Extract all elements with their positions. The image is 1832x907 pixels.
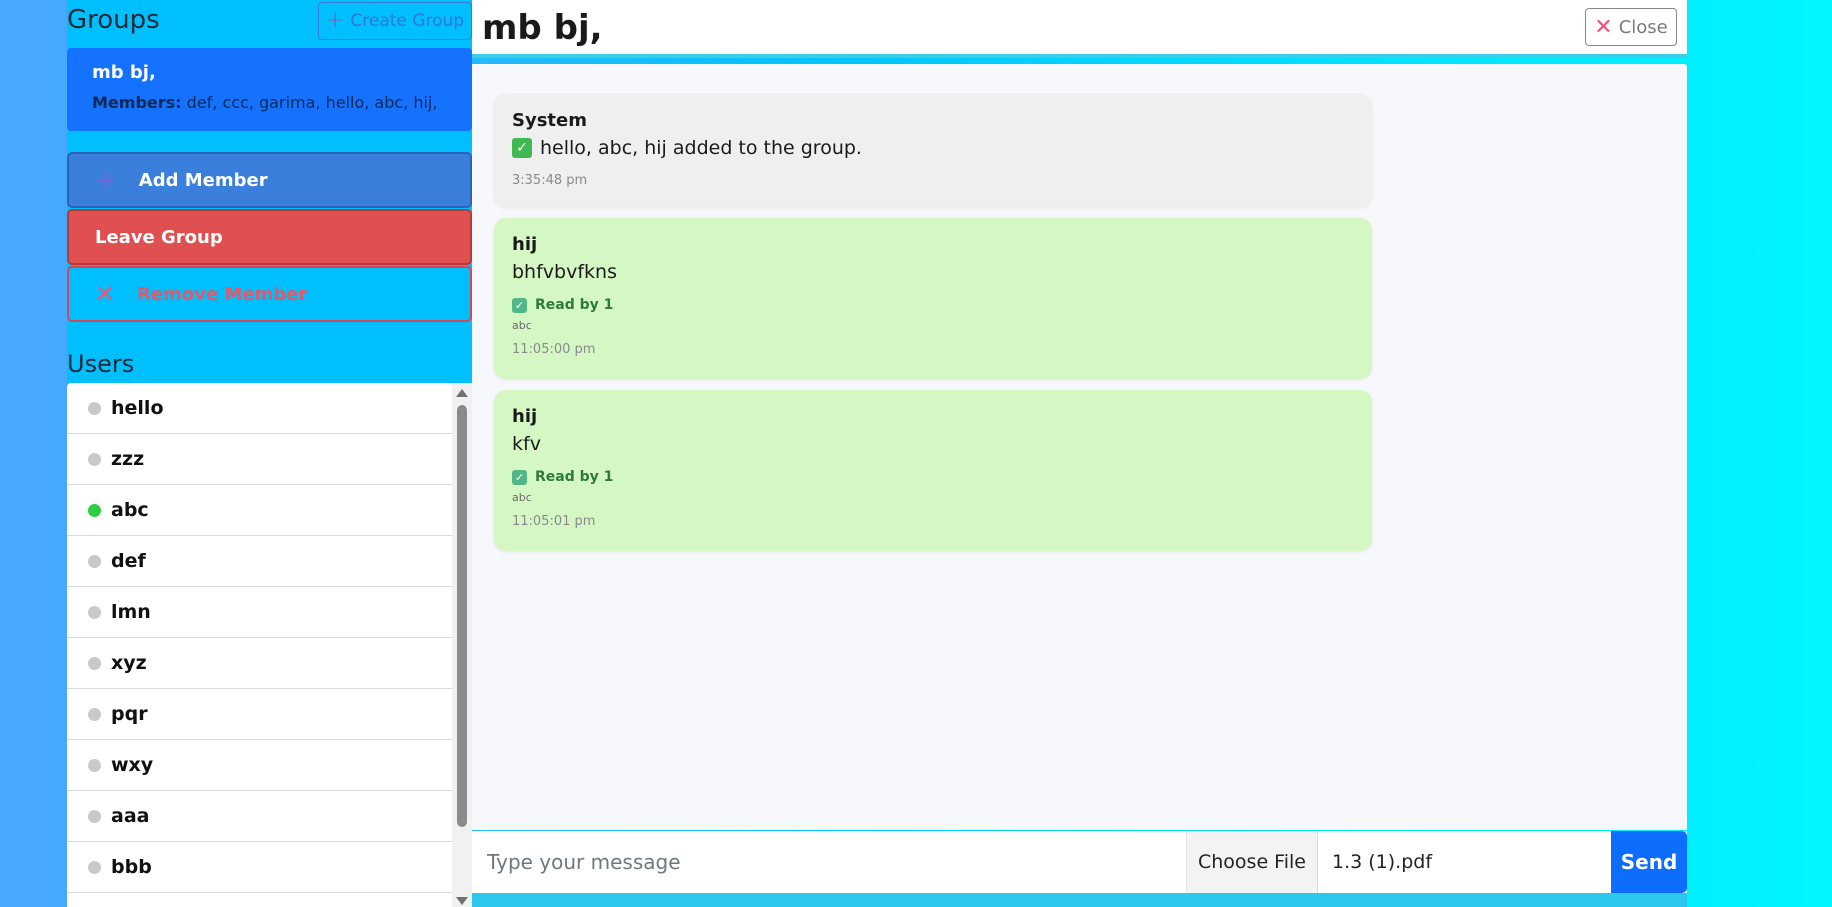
message-time: 3:35:48 pm: [512, 173, 588, 188]
chat-title: mb bj,: [482, 8, 603, 48]
message-text: kfv: [512, 433, 1354, 455]
leave-group-button[interactable]: Leave Group: [67, 209, 472, 265]
plus-icon: +: [95, 165, 117, 195]
offline-status-icon: [88, 758, 101, 772]
scrollbar-thumb[interactable]: [457, 405, 467, 827]
user-name: aaa: [111, 805, 150, 827]
message-body: hello, abc, hij added to the group.: [540, 137, 862, 159]
reader-name: abc: [512, 319, 532, 332]
message-sender: hij: [512, 406, 538, 427]
message-text: ✓ hello, abc, hij added to the group.: [512, 137, 1354, 159]
user-name: zzz: [111, 448, 145, 470]
users-panel: hello zzz abc def lmn xyz pqr wxy aaa bb…: [67, 383, 472, 907]
users-list: hello zzz abc def lmn xyz pqr wxy aaa bb…: [67, 383, 452, 907]
user-name: lmn: [111, 601, 151, 623]
group-members: Members: def, ccc, garima, hello, abc, h…: [92, 93, 447, 112]
user-name: wxy: [111, 754, 154, 776]
message-sender: hij: [512, 234, 538, 255]
read-receipt: ✓ Read by 1: [512, 297, 1354, 313]
close-label: Close: [1618, 16, 1668, 38]
remove-member-label: Remove Member: [137, 283, 308, 305]
scroll-up-icon[interactable]: [456, 389, 468, 397]
message-text: bhfvbvfkns: [512, 261, 1354, 283]
user-name: xyz: [111, 652, 147, 674]
sidebar: Groups + Create Group mb bj, Members: de…: [67, 0, 472, 907]
message-composer: Choose File 1.3 (1).pdf Send: [472, 831, 1687, 893]
chat-message: hij kfv ✓ Read by 1 abc 11:05:01 pm: [494, 390, 1372, 551]
reader-name: abc: [512, 491, 532, 504]
group-card[interactable]: mb bj, Members: def, ccc, garima, hello,…: [67, 48, 472, 131]
offline-status-icon: [88, 401, 101, 415]
groups-header: Groups + Create Group: [67, 0, 472, 42]
user-row-def[interactable]: def: [67, 536, 452, 587]
user-row-hello[interactable]: hello: [67, 383, 452, 434]
message-time: 11:05:00 pm: [512, 342, 596, 357]
plus-icon: +: [325, 8, 345, 33]
message-time: 11:05:01 pm: [512, 514, 596, 529]
scroll-down-icon[interactable]: [456, 897, 468, 905]
message-body: bhfvbvfkns: [512, 261, 617, 283]
file-picker[interactable]: Choose File 1.3 (1).pdf: [1186, 831, 1611, 893]
choose-file-button[interactable]: Choose File: [1187, 831, 1318, 893]
close-icon: ✕: [1594, 14, 1613, 40]
user-row-xyz[interactable]: xyz: [67, 638, 452, 689]
offline-status-icon: [88, 452, 101, 466]
offline-status-icon: [88, 860, 101, 874]
messages-area: System ✓ hello, abc, hij added to the gr…: [472, 64, 1687, 830]
checkmark-icon: ✓: [512, 297, 527, 313]
system-message: System ✓ hello, abc, hij added to the gr…: [494, 94, 1372, 207]
users-scrollbar[interactable]: [452, 383, 472, 907]
user-name: abc: [111, 499, 149, 521]
online-status-icon: [88, 503, 101, 517]
close-icon: ✕: [95, 280, 116, 308]
add-member-label: Add Member: [138, 169, 268, 191]
remove-member-button[interactable]: ✕ Remove Member: [67, 266, 472, 322]
user-name: def: [111, 550, 146, 572]
group-name: mb bj,: [92, 62, 156, 83]
groups-title: Groups: [67, 5, 160, 35]
close-button[interactable]: ✕ Close: [1585, 8, 1677, 46]
chat-header: mb bj, ✕ Close: [472, 0, 1687, 58]
offline-status-icon: [88, 707, 101, 721]
offline-status-icon: [88, 656, 101, 670]
read-by-label: Read by 1: [535, 469, 614, 485]
create-group-button[interactable]: + Create Group: [318, 2, 472, 40]
user-name: pqr: [111, 703, 148, 725]
members-value: def, ccc, garima, hello, abc, hij,: [186, 93, 438, 112]
bottom-strip: [472, 893, 1687, 907]
user-row-bbb[interactable]: bbb: [67, 842, 452, 893]
message-body: kfv: [512, 433, 541, 455]
read-receipt: ✓ Read by 1: [512, 469, 1354, 485]
user-row-pqr[interactable]: pqr: [67, 689, 452, 740]
checkmark-icon: ✓: [512, 138, 532, 158]
user-row-wxy[interactable]: wxy: [67, 740, 452, 791]
checkmark-icon: ✓: [512, 469, 527, 485]
user-name: hello: [111, 397, 164, 419]
user-row-abc[interactable]: abc: [67, 485, 452, 536]
selected-file-name: 1.3 (1).pdf: [1332, 851, 1433, 873]
users-title: Users: [67, 350, 135, 378]
user-row-lmn[interactable]: lmn: [67, 587, 452, 638]
add-member-button[interactable]: + Add Member: [67, 152, 472, 208]
message-input[interactable]: [472, 831, 1186, 893]
send-button[interactable]: Send: [1611, 831, 1687, 893]
create-group-label: Create Group: [350, 11, 465, 31]
offline-status-icon: [88, 809, 101, 823]
user-row-zzz[interactable]: zzz: [67, 434, 452, 485]
chat-message: hij bhfvbvfkns ✓ Read by 1 abc 11:05:00 …: [494, 218, 1372, 379]
offline-status-icon: [88, 605, 101, 619]
user-name: bbb: [111, 856, 152, 878]
members-label: Members:: [92, 93, 182, 112]
user-row-aaa[interactable]: aaa: [67, 791, 452, 842]
leave-group-label: Leave Group: [95, 226, 223, 248]
offline-status-icon: [88, 554, 101, 568]
read-by-label: Read by 1: [535, 297, 614, 313]
message-sender: System: [512, 110, 587, 131]
